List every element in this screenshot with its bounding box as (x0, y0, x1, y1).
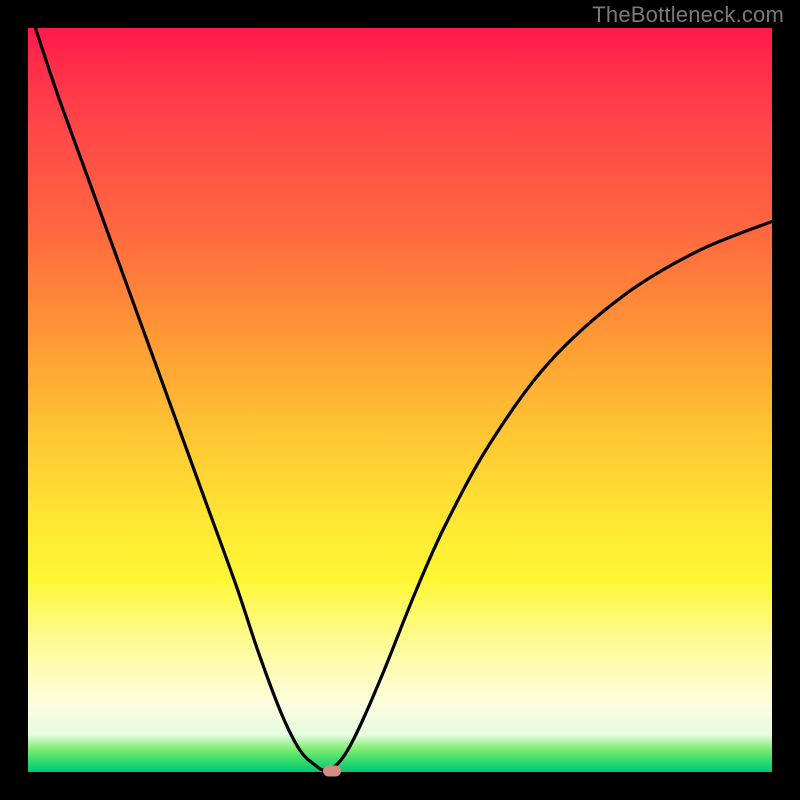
bottleneck-curve (28, 28, 772, 772)
optimum-marker (323, 765, 341, 776)
plot-area (28, 28, 772, 772)
outer-frame: TheBottleneck.com (0, 0, 800, 800)
watermark-text: TheBottleneck.com (592, 2, 784, 28)
